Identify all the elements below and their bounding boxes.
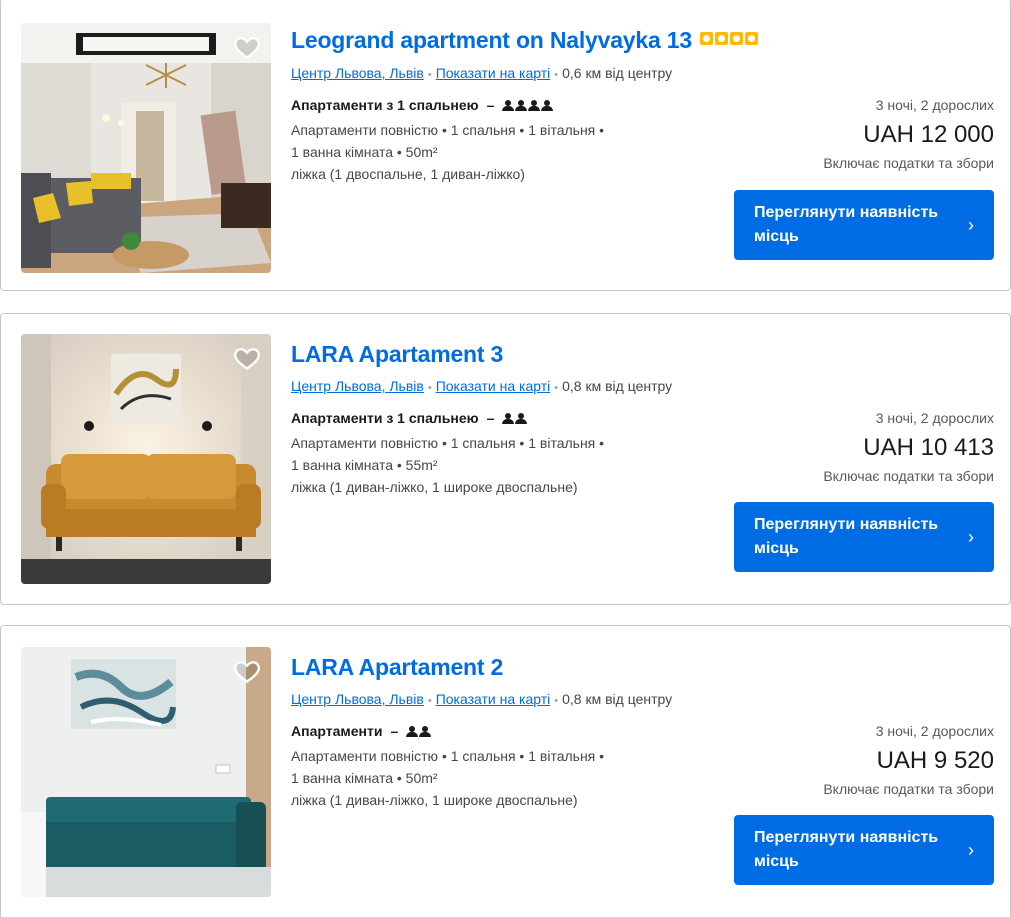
person-icon [515, 99, 528, 111]
property-title[interactable]: LARA Apartament 2 [291, 654, 503, 681]
see-availability-button[interactable]: Переглянути наявність місць › [734, 815, 994, 885]
separator-dot: • [427, 69, 432, 81]
price: UAH 10 413 [863, 434, 994, 461]
stay-length: 3 ночі, 2 дорослих [875, 410, 994, 426]
see-availability-label: Переглянути наявність місць [754, 516, 939, 557]
guest-capacity [502, 412, 528, 424]
heart-icon [234, 661, 260, 683]
property-photo[interactable] [21, 647, 271, 897]
separator-dot: • [554, 69, 559, 81]
distance-from-center: 0,8 км від центру [562, 691, 673, 707]
guest-capacity [502, 99, 554, 111]
description-line: Апартаменти повністю • 1 спальня • 1 віт… [291, 748, 605, 764]
dash-separator: – [390, 723, 399, 739]
price: UAH 12 000 [863, 121, 994, 148]
location-row: Центр Львова, Львів • Показати на карті • 0,… [291, 378, 672, 394]
person-icon [419, 725, 432, 737]
room-type-row: Апартаменти з 1 спальнею – [291, 410, 528, 426]
description-line: Апартаменти повністю • 1 спальня • 1 віт… [291, 122, 605, 138]
description-line: 1 ванна кімната • 55m² [291, 457, 438, 473]
description-line: ліжка (1 диван-ліжко, 1 широке двоспальн… [291, 479, 578, 495]
description-line: ліжка (1 двоспальне, 1 диван-ліжко) [291, 166, 525, 182]
distance-from-center: 0,6 км від центру [562, 65, 673, 81]
property-card: Leogrand apartment on Nalyvayka 13 Центр… [0, 0, 1011, 291]
star-square-icon [699, 32, 713, 46]
chevron-right-icon: › [968, 840, 974, 860]
unit-description: Апартаменти повністю • 1 спальня • 1 віт… [291, 119, 604, 185]
location-row: Центр Львова, Львів • Показати на карті • 0,… [291, 691, 672, 707]
person-icon [528, 99, 541, 111]
room-type: Апартаменти з 1 спальнею [291, 410, 479, 426]
star-square-icon [744, 32, 758, 46]
room-type: Апартаменти з 1 спальнею [291, 97, 479, 113]
property-title[interactable]: Leogrand apartment on Nalyvayka 13 [291, 27, 758, 54]
show-on-map-link[interactable]: Показати на карті [436, 378, 551, 394]
room-type-row: Апартаменти – [291, 723, 432, 739]
property-title[interactable]: LARA Apartament 3 [291, 341, 503, 368]
description-line: 1 ванна кімната • 50m² [291, 144, 438, 160]
property-photo[interactable] [21, 334, 271, 584]
person-icon [541, 99, 554, 111]
unit-description: Апартаменти повністю • 1 спальня • 1 віт… [291, 745, 604, 811]
separator-dot: • [554, 382, 559, 394]
stay-length: 3 ночі, 2 дорослих [875, 97, 994, 113]
star-square-icon [729, 32, 743, 46]
description-line: 1 ванна кімната • 50m² [291, 770, 438, 786]
location-row: Центр Львова, Львів • Показати на карті • 0,… [291, 65, 672, 81]
see-availability-label: Переглянути наявність місць [754, 204, 939, 245]
location-link[interactable]: Центр Львова, Львів [291, 691, 424, 707]
stay-length: 3 ночі, 2 дорослих [875, 723, 994, 739]
unit-description: Апартаменти повністю • 1 спальня • 1 віт… [291, 432, 604, 498]
taxes-note: Включає податки та збори [823, 781, 994, 797]
location-link[interactable]: Центр Львова, Львів [291, 378, 424, 394]
chevron-right-icon: › [968, 215, 974, 235]
person-icon [502, 412, 515, 424]
favorite-button[interactable] [231, 31, 263, 63]
property-card: LARA Apartament 2 Центр Львова, Львів • По… [0, 625, 1011, 917]
star-rating [699, 32, 758, 46]
separator-dot: • [554, 695, 559, 707]
property-photo[interactable] [21, 23, 271, 273]
separator-dot: • [427, 382, 432, 394]
person-icon [502, 99, 515, 111]
star-square-icon [714, 32, 728, 46]
guest-capacity [406, 725, 432, 737]
favorite-button[interactable] [231, 342, 263, 374]
favorite-button[interactable] [231, 655, 263, 687]
person-icon [406, 725, 419, 737]
taxes-note: Включає податки та збори [823, 468, 994, 484]
dash-separator: – [486, 97, 495, 113]
taxes-note: Включає податки та збори [823, 155, 994, 171]
description-line: Апартаменти повністю • 1 спальня • 1 віт… [291, 435, 605, 451]
chevron-right-icon: › [968, 527, 974, 547]
show-on-map-link[interactable]: Показати на карті [436, 65, 551, 81]
show-on-map-link[interactable]: Показати на карті [436, 691, 551, 707]
heart-icon [234, 348, 260, 370]
room-type: Апартаменти [291, 723, 383, 739]
separator-dot: • [427, 695, 432, 707]
price: UAH 9 520 [876, 747, 994, 774]
see-availability-button[interactable]: Переглянути наявність місць › [734, 502, 994, 572]
heart-icon [234, 37, 260, 59]
room-type-row: Апартаменти з 1 спальнею – [291, 97, 554, 113]
person-icon [515, 412, 528, 424]
property-card: LARA Apartament 3 Центр Львова, Львів • По… [0, 313, 1011, 605]
dash-separator: – [486, 410, 495, 426]
description-line: ліжка (1 диван-ліжко, 1 широке двоспальн… [291, 792, 578, 808]
location-link[interactable]: Центр Львова, Львів [291, 65, 424, 81]
see-availability-label: Переглянути наявність місць [754, 829, 939, 870]
see-availability-button[interactable]: Переглянути наявність місць › [734, 190, 994, 260]
distance-from-center: 0,8 км від центру [562, 378, 673, 394]
